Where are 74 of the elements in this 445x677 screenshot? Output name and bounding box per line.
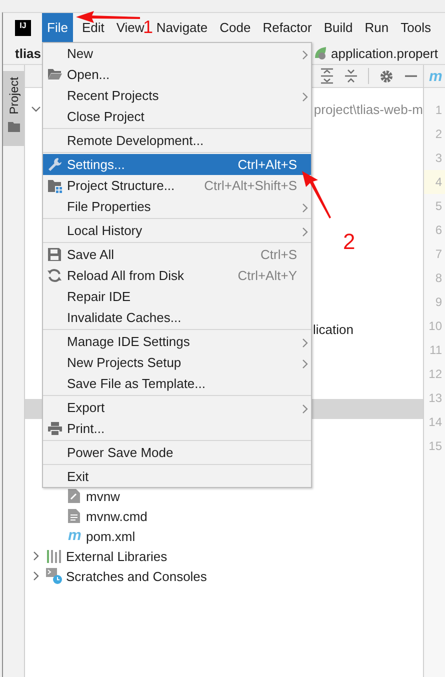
menu-bar-item[interactable]: Navigate bbox=[153, 13, 211, 42]
tree-item[interactable]: External Libraries bbox=[66, 548, 168, 564]
menu-item[interactable]: New Projects Setup bbox=[43, 352, 311, 373]
menu-bar-item[interactable]: Code bbox=[216, 13, 254, 42]
tool-window-tab[interactable]: Project bbox=[3, 71, 24, 146]
line-number: 2 bbox=[434, 126, 443, 143]
tree-item[interactable]: pom.xml bbox=[86, 528, 136, 544]
annotation-arrow bbox=[302, 171, 331, 218]
menu-item[interactable]: Manage IDE Settings bbox=[43, 331, 311, 352]
line-number: 3 bbox=[434, 150, 443, 167]
folder-grid-icon bbox=[47, 178, 63, 193]
printer-icon bbox=[47, 421, 63, 436]
bar-columns-icon bbox=[46, 549, 62, 563]
menu-item[interactable]: Invalidate Caches... bbox=[43, 307, 311, 328]
line-number: 14 bbox=[428, 414, 443, 431]
line-number: 11 bbox=[428, 342, 443, 359]
annotation-arrow bbox=[76, 11, 140, 23]
line-number: 6 bbox=[434, 222, 443, 239]
menu-item[interactable]: New bbox=[43, 43, 311, 64]
menu-bar-item[interactable]: File bbox=[42, 13, 73, 42]
line-number: 1 bbox=[434, 102, 443, 119]
menu-bar-item[interactable]: Edit bbox=[78, 13, 108, 42]
shortcut-text: Ctrl+Alt+Shift+S bbox=[204, 178, 297, 193]
annotation-number: 2 bbox=[343, 231, 356, 253]
menu-item[interactable]: Repair IDE bbox=[43, 286, 311, 307]
menu-item[interactable]: Close Project bbox=[43, 106, 311, 127]
maven-icon: m bbox=[68, 529, 80, 543]
menu-item[interactable]: Remote Development... bbox=[43, 130, 311, 151]
menu-item[interactable]: Power Save Mode bbox=[43, 442, 311, 463]
line-number: 13 bbox=[428, 390, 443, 407]
app-logo: IJ bbox=[15, 20, 31, 36]
annotation-number: 1 bbox=[143, 17, 154, 37]
line-number: 7 bbox=[434, 246, 443, 263]
text-file-icon bbox=[68, 509, 80, 523]
menu-bar-item[interactable]: Build bbox=[320, 13, 356, 42]
file-icon bbox=[68, 489, 80, 503]
line-number: 5 bbox=[434, 198, 443, 215]
collapse-all-icon[interactable] bbox=[344, 68, 358, 84]
console-clock-icon bbox=[46, 568, 62, 584]
line-number: 12 bbox=[428, 366, 443, 383]
folder-icon bbox=[8, 122, 20, 132]
leaf-icon bbox=[313, 46, 327, 60]
reload-icon bbox=[47, 268, 62, 283]
tree-item[interactable]: Scratches and Consoles bbox=[66, 568, 207, 584]
menu-bar-item[interactable]: Tools bbox=[398, 13, 434, 42]
menu-item[interactable]: Settings... Ctrl+Alt+S bbox=[43, 154, 311, 175]
breadcrumb-item[interactable]: application.propert bbox=[313, 46, 438, 60]
menu-item[interactable]: Reload All from Disk Ctrl+Alt+Y bbox=[43, 265, 311, 286]
tree-item[interactable]: mvnw bbox=[86, 488, 120, 504]
line-number: 9 bbox=[434, 294, 443, 311]
path-text: project\tlias-web-m bbox=[314, 102, 423, 116]
shortcut-text: Ctrl+Alt+S bbox=[238, 157, 297, 172]
wrench-icon bbox=[47, 157, 63, 172]
menu-bar-item[interactable]: Run bbox=[362, 13, 392, 42]
settings-icon[interactable] bbox=[379, 68, 394, 84]
menu-item[interactable]: Recent Projects bbox=[43, 85, 311, 106]
menu-item[interactable]: Save File as Template... bbox=[43, 373, 311, 394]
expand-all-icon[interactable] bbox=[320, 68, 334, 84]
line-number: 15 bbox=[428, 438, 443, 455]
line-number: 10 bbox=[428, 318, 443, 335]
menu-item[interactable]: Exit bbox=[43, 466, 311, 487]
menu-item[interactable]: Project Structure... Ctrl+Alt+Shift+S bbox=[43, 175, 311, 196]
shortcut-text: Ctrl+S bbox=[260, 247, 297, 262]
menu-item[interactable]: Export bbox=[43, 397, 311, 418]
menu-item[interactable]: Print... bbox=[43, 418, 311, 439]
menu-bar-item[interactable]: Refactor bbox=[260, 13, 315, 42]
folder-icon bbox=[47, 67, 63, 81]
menu-item[interactable]: Save All Ctrl+S bbox=[43, 244, 311, 265]
line-number: 8 bbox=[434, 270, 443, 287]
tree-item[interactable]: mvnw.cmd bbox=[86, 508, 148, 524]
line-number: 4 bbox=[424, 170, 445, 194]
shortcut-text: Ctrl+Alt+Y bbox=[238, 268, 297, 283]
menu-item[interactable]: Local History bbox=[43, 220, 311, 241]
menu-item[interactable]: File Properties bbox=[43, 196, 311, 217]
